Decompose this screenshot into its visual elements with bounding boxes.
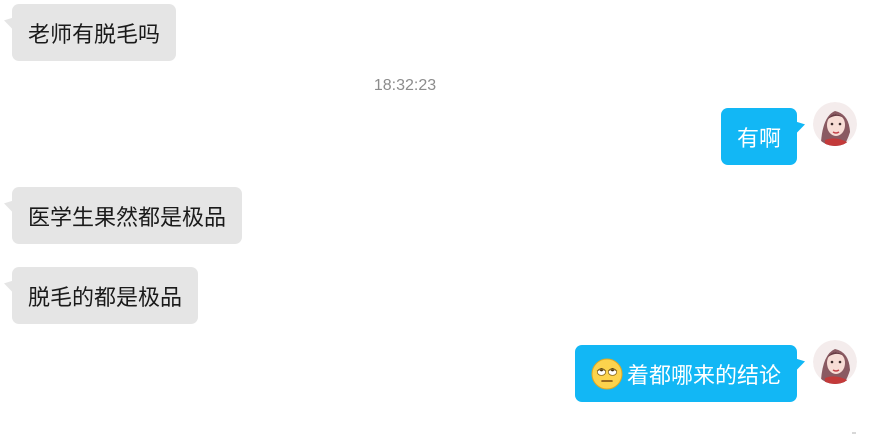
avatar-portrait-icon bbox=[813, 102, 857, 146]
message-bubble-incoming[interactable]: 医学生果然都是极品 bbox=[12, 187, 243, 244]
chat-window: 老师有脱毛吗 18:32:23 有啊 医学生果然都是极品 脱毛的都是极品 着都哪… bbox=[0, 0, 870, 437]
message-bubble-outgoing[interactable]: 有啊 bbox=[720, 108, 797, 165]
message-bubble-incoming[interactable]: 脱毛的都是极品 bbox=[12, 267, 199, 324]
message-text: 医学生果然都是极品 bbox=[28, 205, 227, 231]
eye-roll-emoji-icon bbox=[591, 358, 623, 390]
message-timestamp: 18:32:23 bbox=[373, 77, 437, 94]
resize-grip bbox=[852, 432, 856, 434]
message-bubble-incoming[interactable]: 老师有脱毛吗 bbox=[12, 4, 177, 61]
message-text: 老师有脱毛吗 bbox=[28, 22, 161, 48]
avatar[interactable] bbox=[813, 102, 857, 146]
message-bubble-outgoing[interactable]: 着都哪来的结论 bbox=[574, 345, 797, 402]
message-text: 脱毛的都是极品 bbox=[28, 285, 183, 311]
message-text: 着都哪来的结论 bbox=[626, 363, 781, 389]
avatar[interactable] bbox=[813, 340, 857, 384]
avatar-portrait-icon bbox=[813, 340, 857, 384]
message-text: 有啊 bbox=[736, 126, 781, 152]
